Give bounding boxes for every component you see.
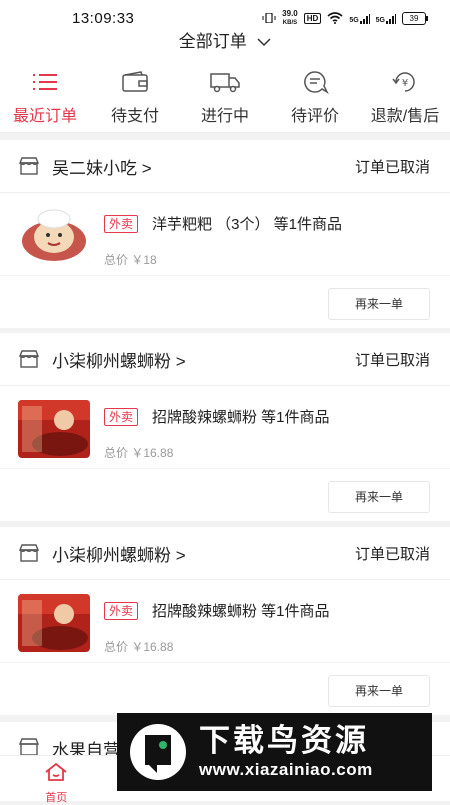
delivery-tag: 外卖	[104, 408, 138, 426]
order-tabs: 最近订单 待支付 进行中 待评价 ¥ 退款/售后	[0, 58, 450, 133]
tab-label: 最近订单	[0, 102, 90, 126]
order-price: 总价 ￥18	[104, 251, 157, 268]
food-thumbnail	[18, 207, 90, 265]
tab-label: 进行中	[180, 102, 270, 126]
review-icon	[270, 68, 360, 96]
shop-icon	[18, 544, 40, 562]
reorder-button[interactable]: 再来一单	[328, 288, 430, 320]
shop-icon	[18, 157, 40, 175]
order-card-header[interactable]: 吴二妹小吃 > 订单已取消	[0, 140, 450, 193]
status-bar: 13:09:33 39.0 KB/S HD 5G 5G 39	[0, 0, 450, 30]
chevron-down-icon[interactable]	[257, 34, 271, 52]
tab-label: 待评价	[270, 102, 360, 126]
nav-label: 首页	[0, 789, 113, 805]
order-card: 吴二妹小吃 > 订单已取消 外卖 洋芋粑粑 （3个） 等1件商品 总价 ￥18 …	[0, 140, 450, 328]
refund-icon: ¥	[360, 68, 450, 96]
reorder-button[interactable]: 再来一单	[328, 675, 430, 707]
shop-icon	[18, 350, 40, 368]
shop-name[interactable]: 小柒柳州螺蛳粉 >	[52, 347, 186, 372]
order-status: 订单已取消	[355, 349, 430, 370]
reorder-button[interactable]: 再来一单	[328, 481, 430, 513]
order-status: 订单已取消	[355, 543, 430, 564]
tab-in-progress[interactable]: 进行中	[180, 58, 270, 132]
order-price: 总价 ￥16.88	[104, 444, 173, 461]
page-title[interactable]: 全部订单	[179, 32, 247, 51]
wifi-icon	[327, 12, 343, 26]
hd-badge: HD	[304, 13, 322, 24]
order-status: 订单已取消	[355, 156, 430, 177]
order-price: 总价 ￥16.88	[104, 638, 173, 655]
signal-icon-2: 5G	[376, 14, 396, 24]
tab-refund[interactable]: ¥ 退款/售后	[360, 58, 450, 132]
shop-name[interactable]: 小柒柳州螺蛳粉 >	[52, 541, 186, 566]
tab-recent[interactable]: 最近订单	[0, 58, 90, 132]
order-card-body[interactable]: 外卖 洋芋粑粑 （3个） 等1件商品 总价 ￥18	[0, 193, 450, 265]
order-card-header[interactable]: 小柒柳州螺蛳粉 > 订单已取消	[0, 333, 450, 386]
header[interactable]: 全部订单	[0, 30, 450, 58]
shop-name[interactable]: 吴二妹小吃 >	[52, 154, 152, 179]
order-card: 小柒柳州螺蛳粉 > 订单已取消 外卖 招牌酸辣螺蛳粉 等1件商品 总价 ￥16.…	[0, 333, 450, 521]
net-speed-value: 39.0	[282, 9, 298, 18]
delivery-tag: 外卖	[104, 602, 138, 620]
tab-pending-payment[interactable]: 待支付	[90, 58, 180, 132]
net-speed: 39.0 KB/S	[282, 10, 298, 27]
watermark-text: 下载鸟资源 www.xiazainiao.com	[199, 723, 373, 781]
delivery-tag: 外卖	[104, 215, 138, 233]
truck-icon	[180, 68, 270, 96]
watermark-url: www.xiazainiao.com	[199, 759, 373, 781]
watermark-banner: 下载鸟资源 www.xiazainiao.com	[117, 713, 432, 791]
order-card: 小柒柳州螺蛳粉 > 订单已取消 外卖 招牌酸辣螺蛳粉 等1件商品 总价 ￥16.…	[0, 527, 450, 715]
order-item-title: 招牌酸辣螺蛳粉 等1件商品	[152, 600, 330, 621]
order-item-title: 招牌酸辣螺蛳粉 等1件商品	[152, 406, 330, 427]
svg-text:¥: ¥	[402, 78, 408, 89]
tab-label: 退款/售后	[360, 102, 450, 126]
food-thumbnail	[18, 594, 90, 652]
tab-to-review[interactable]: 待评价	[270, 58, 360, 132]
wallet-icon	[90, 68, 180, 96]
home-icon	[44, 762, 68, 782]
status-time: 13:09:33	[72, 10, 134, 27]
status-icons: 39.0 KB/S HD 5G 5G 39	[262, 10, 426, 27]
nav-home[interactable]: 首页	[0, 756, 113, 801]
order-card-body[interactable]: 外卖 招牌酸辣螺蛳粉 等1件商品 总价 ￥16.88	[0, 386, 450, 458]
signal-icon-1: 5G	[349, 14, 369, 24]
tab-label: 待支付	[90, 102, 180, 126]
bird-logo-icon	[127, 721, 189, 783]
order-card-footer: 再来一单	[0, 468, 450, 531]
watermark-title: 下载鸟资源	[199, 723, 373, 759]
shop-icon	[18, 738, 40, 756]
food-thumbnail	[18, 400, 90, 458]
order-card-header[interactable]: 小柒柳州螺蛳粉 > 订单已取消	[0, 527, 450, 580]
order-item-title: 洋芋粑粑 （3个） 等1件商品	[152, 213, 342, 234]
net-speed-unit: KB/S	[283, 20, 297, 26]
battery-icon: 39	[402, 12, 426, 25]
order-card-footer: 再来一单	[0, 275, 450, 338]
order-card-body[interactable]: 外卖 招牌酸辣螺蛳粉 等1件商品 总价 ￥16.88	[0, 580, 450, 652]
vibrate-icon	[262, 13, 276, 25]
list-icon	[0, 68, 90, 96]
